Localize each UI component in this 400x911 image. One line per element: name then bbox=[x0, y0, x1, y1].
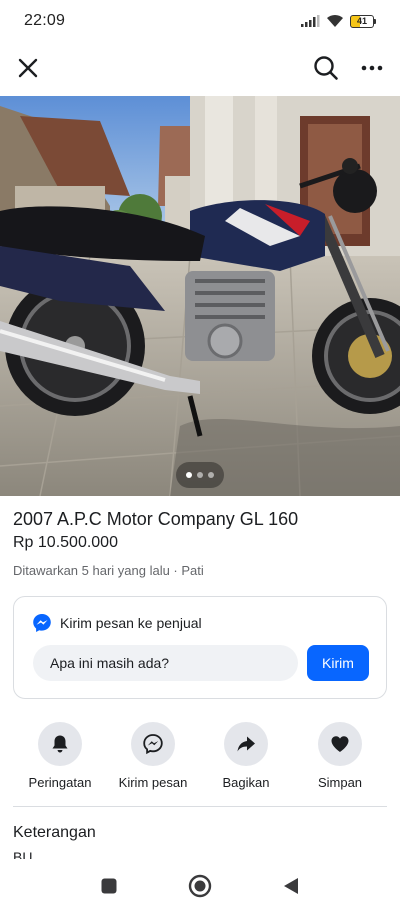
back-icon[interactable] bbox=[278, 873, 304, 899]
battery-icon: 41 bbox=[350, 14, 376, 28]
send-message-button[interactable]: Kirim bbox=[307, 645, 369, 681]
save-button[interactable]: Simpan bbox=[294, 722, 386, 790]
carousel-dot bbox=[197, 472, 203, 478]
listing-photo[interactable] bbox=[0, 96, 400, 496]
more-icon[interactable] bbox=[358, 54, 386, 82]
message-input[interactable] bbox=[33, 645, 298, 681]
search-icon[interactable] bbox=[312, 54, 340, 82]
description-title: Keterangan bbox=[13, 824, 96, 841]
send-message-action-label: Kirim pesan bbox=[118, 775, 188, 790]
share-button[interactable]: Bagikan bbox=[200, 722, 292, 790]
action-row: Peringatan Kirim pesan Bagikan Simpan bbox=[0, 722, 400, 794]
message-card-header: Kirim pesan ke penjual bbox=[32, 613, 202, 633]
carousel-dot bbox=[186, 472, 192, 478]
message-seller-card: Kirim pesan ke penjual Kirim bbox=[13, 596, 387, 699]
system-nav-bar bbox=[0, 861, 400, 911]
home-icon[interactable] bbox=[187, 873, 213, 899]
listing-price: Rp 10.500.000 bbox=[13, 534, 118, 551]
listing-meta: Ditawarkan 5 hari yang lalu · Pati bbox=[13, 563, 204, 578]
share-button-label: Bagikan bbox=[222, 775, 270, 790]
wifi-icon bbox=[327, 14, 343, 27]
save-button-label: Simpan bbox=[317, 775, 363, 790]
alert-button-circle bbox=[38, 722, 82, 766]
share-button-circle bbox=[224, 722, 268, 766]
status-bar: 22:09 41 bbox=[0, 0, 400, 42]
status-icons: 41 bbox=[300, 14, 376, 28]
listing-title: 2007 A.P.C Motor Company GL 160 bbox=[13, 509, 299, 529]
battery-level: 41 bbox=[350, 14, 374, 28]
close-icon[interactable] bbox=[14, 54, 42, 82]
bell-icon bbox=[52, 735, 68, 753]
heart-icon bbox=[331, 736, 349, 752]
message-card-title: Kirim pesan ke penjual bbox=[60, 615, 202, 631]
send-message-action-button[interactable]: Kirim pesan bbox=[107, 722, 199, 790]
recents-icon[interactable] bbox=[96, 873, 122, 899]
motorcycle-photo bbox=[0, 96, 400, 496]
app-bar bbox=[0, 42, 400, 94]
send-message-action-circle bbox=[131, 722, 175, 766]
alert-button-label: Peringatan bbox=[28, 775, 92, 790]
section-divider bbox=[13, 806, 387, 807]
signal-icon bbox=[301, 15, 320, 27]
description-body: BU bbox=[13, 849, 33, 859]
carousel-dot bbox=[208, 472, 214, 478]
messenger-icon bbox=[33, 614, 51, 632]
carousel-indicator bbox=[176, 462, 224, 488]
save-button-circle bbox=[318, 722, 362, 766]
share-icon bbox=[237, 736, 255, 752]
status-time: 22:09 bbox=[24, 12, 66, 29]
alert-button[interactable]: Peringatan bbox=[14, 722, 106, 790]
messenger-icon bbox=[143, 734, 163, 755]
